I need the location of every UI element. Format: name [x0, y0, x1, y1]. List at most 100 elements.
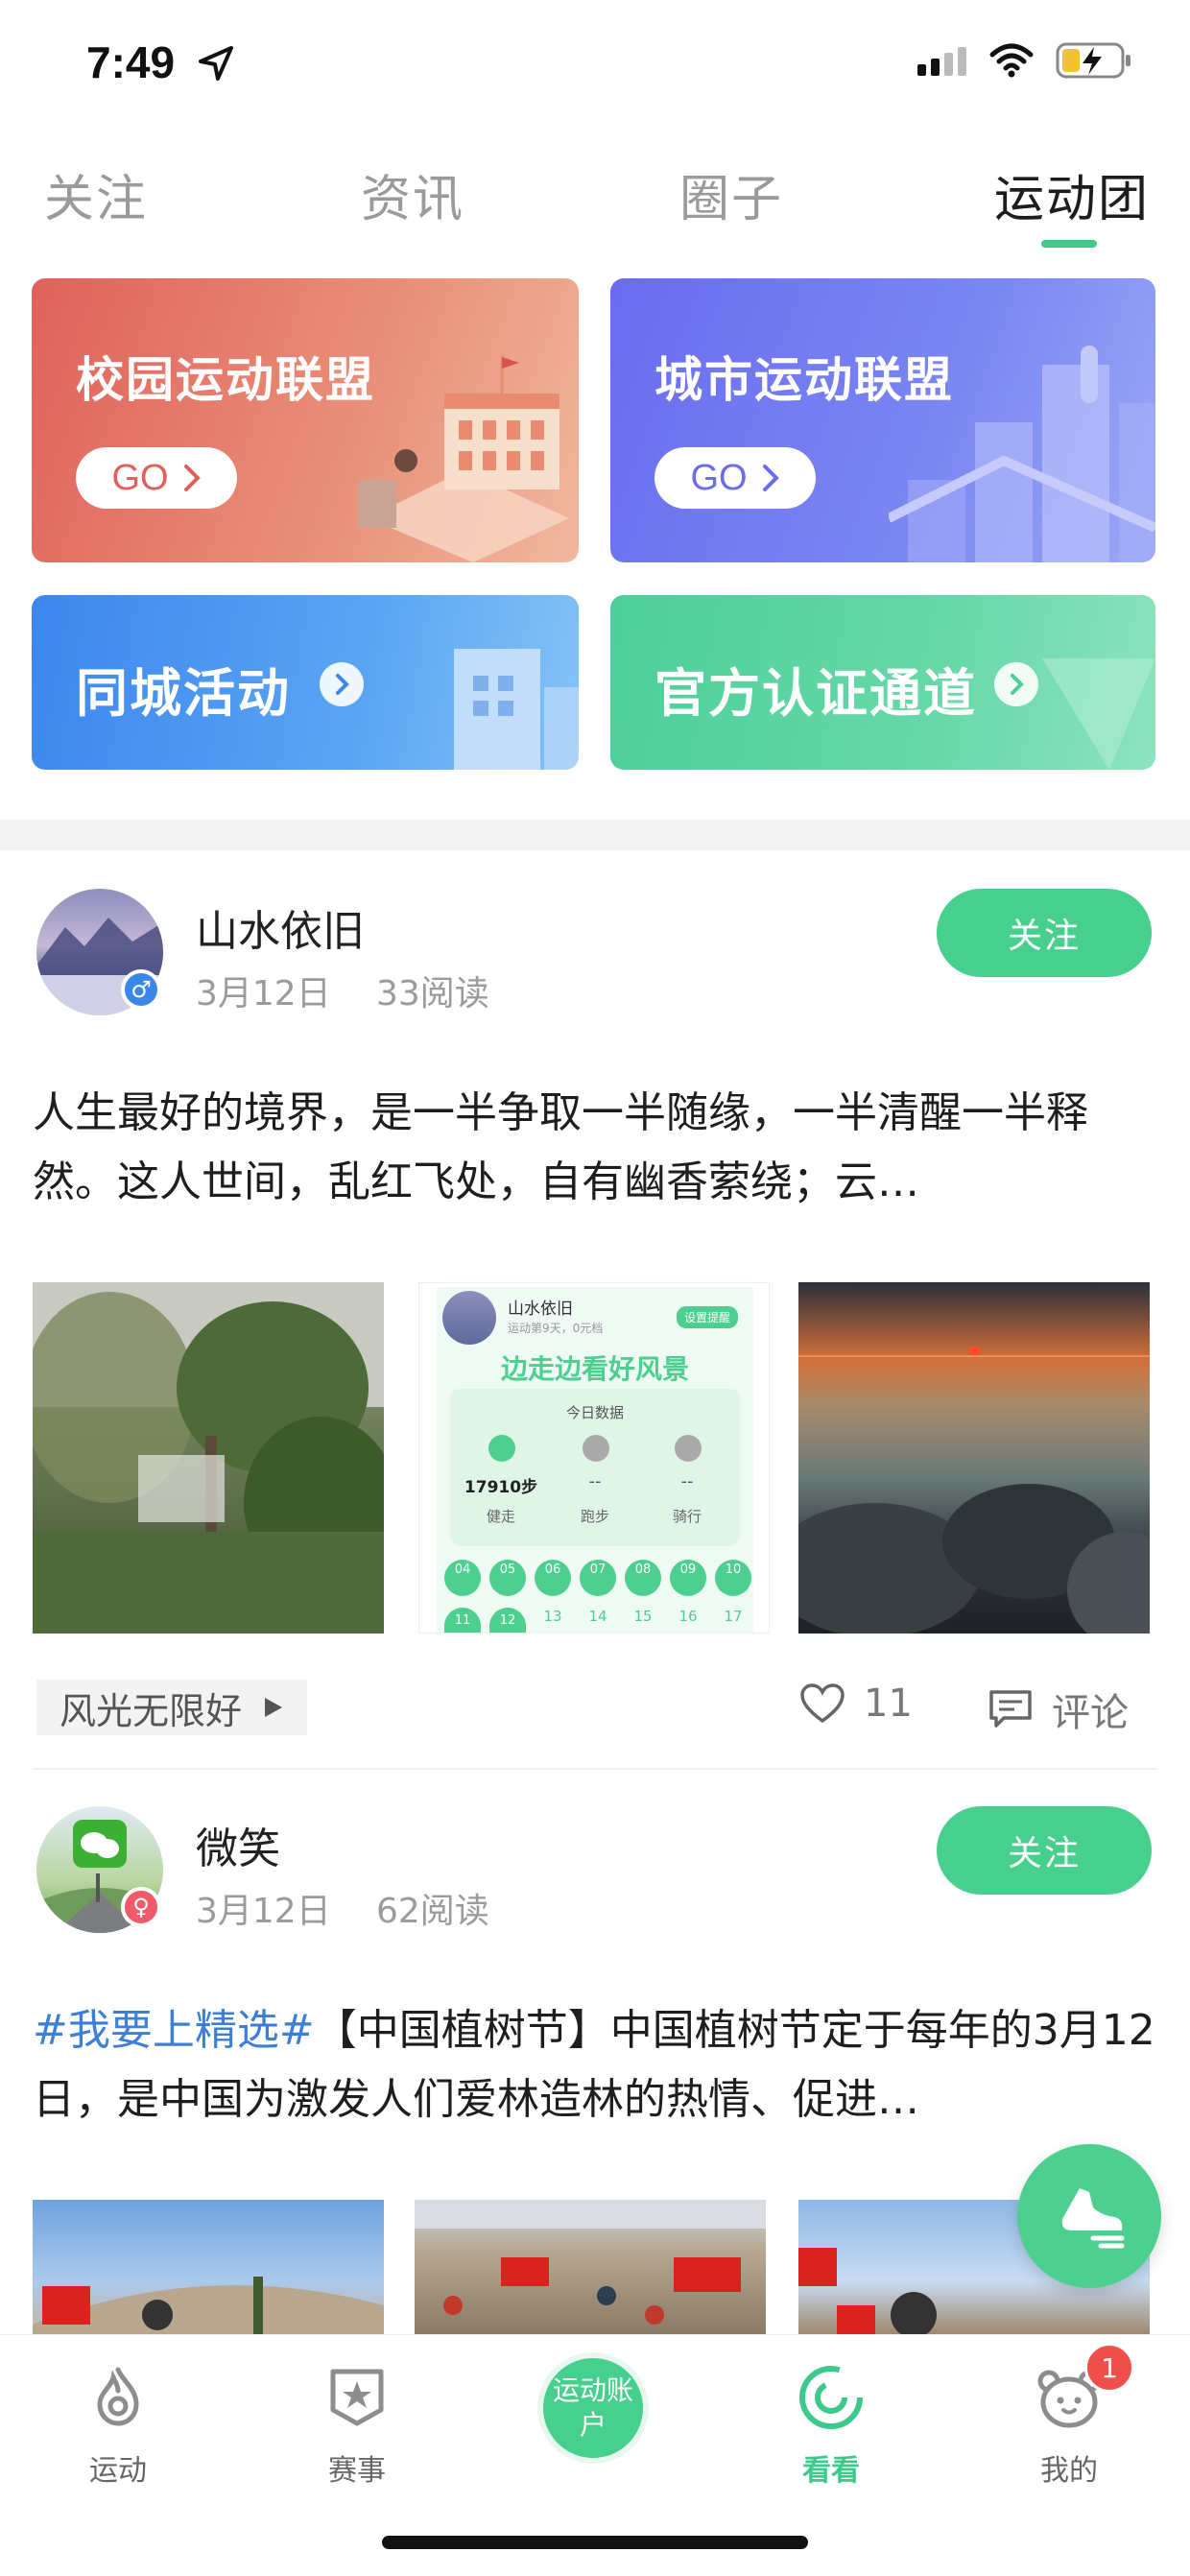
post-text[interactable]: 人生最好的境界，是一半争取一半随缘，一半清醒一半释然。这人世间，乱红飞处，自有幽… [33, 1079, 1155, 1217]
mini-steps: 17910步 [464, 1478, 538, 1497]
male-gender-icon: ♂ [121, 969, 161, 1010]
mini-ride-value: -- [680, 1471, 694, 1491]
wifi-icon [989, 43, 1034, 78]
follow-button[interactable]: 关注 [937, 889, 1152, 977]
local-activity-title: 同城活动 [76, 663, 291, 724]
calendar-day: 13 [543, 1608, 562, 1625]
calendar-day: 06 [535, 1560, 571, 1596]
calendar-day: 14 [588, 1608, 607, 1625]
post-image-sunset-sea[interactable] [798, 1282, 1150, 1634]
arrow-right-circle-icon [320, 662, 364, 706]
mini-walk-label: 健走 [486, 1508, 515, 1525]
post-text[interactable]: #我要上精选#【中国植树节】中国植树节定于每年的3月12日，是中国为激发人们爱林… [33, 1996, 1155, 2135]
start-run-fab[interactable] [1017, 2144, 1161, 2288]
topic-tag-label: 风光无限好 [60, 1689, 243, 1732]
campus-alliance-card[interactable]: 校园运动联盟 GO [32, 278, 579, 562]
active-tab-indicator [1041, 240, 1097, 248]
comment-icon [989, 1690, 1032, 1728]
campus-alliance-title: 校园运动联盟 [76, 352, 375, 408]
section-divider [0, 820, 1190, 850]
city-alliance-card[interactable]: 城市运动联盟 GO [610, 278, 1155, 562]
running-shoe-icon [1061, 2188, 1125, 2249]
city-go-button[interactable]: GO [654, 447, 816, 509]
nav-events[interactable]: 赛事 [290, 2364, 424, 2489]
spiral-icon [799, 2366, 863, 2429]
official-channel-card[interactable]: 官方认证通道 [610, 595, 1155, 770]
nav-sport-label: 运动 [89, 2454, 147, 2488]
local-activity-card[interactable]: 同城活动 [32, 595, 579, 770]
mini-slogan: 边走边看好风景 [500, 1353, 689, 1385]
mini-ride-label: 骑行 [672, 1508, 702, 1525]
topic-tag[interactable]: 风光无限好 [36, 1680, 308, 1735]
mini-calendar-row: 04 05 06 07 08 09 10 [444, 1560, 751, 1596]
city-go-label: GO [690, 457, 748, 498]
tab-news[interactable]: 资讯 [361, 158, 464, 230]
mini-today-label: 今日数据 [565, 1404, 624, 1421]
flame-icon [97, 2367, 139, 2426]
hashtag-link[interactable]: #我要上精选# [33, 2006, 315, 2055]
calendar-day: 05 [489, 1560, 526, 1596]
triangle-decoration-icon [1042, 658, 1155, 770]
calendar-day: 07 [580, 1560, 616, 1596]
post-image-flags[interactable] [33, 2200, 384, 2334]
post-username[interactable]: 微笑 [196, 1814, 280, 1875]
nav-look[interactable]: 看看 [764, 2364, 898, 2489]
post-image-trees[interactable] [33, 1282, 384, 1634]
follow-button[interactable]: 关注 [937, 1806, 1152, 1895]
nav-sport-account[interactable]: 运动账户 [537, 2352, 649, 2464]
comment-label: 评论 [1052, 1691, 1129, 1735]
arrow-right-circle-icon [994, 662, 1038, 706]
location-arrow-icon [199, 46, 233, 81]
calendar-day: 08 [625, 1560, 661, 1596]
calendar-day: 10 [715, 1560, 751, 1596]
post-date: 3月12日 [196, 1892, 331, 1931]
mini-run-label: 跑步 [580, 1508, 609, 1525]
play-triangle-icon [265, 1698, 283, 1717]
city-alliance-title: 城市运动联盟 [654, 352, 954, 408]
building-illustration [454, 649, 579, 770]
notification-badge: 1 [1084, 2343, 1134, 2393]
calendar-day: 16 [678, 1608, 698, 1625]
post-date: 3月12日 [196, 974, 331, 1014]
run-icon [583, 1435, 609, 1462]
post-image-crowd[interactable] [415, 2200, 766, 2334]
status-icons [917, 42, 1132, 79]
mini-calendar-row-2: 11 12 13 14 15 16 17 [444, 1608, 751, 1633]
chevron-right-icon [183, 465, 201, 491]
post-separator [33, 1768, 1157, 1770]
mini-run-value: -- [588, 1471, 602, 1491]
top-tabs: 关注 资讯 圈子 运动团 [0, 144, 1190, 250]
campus-go-label: GO [111, 457, 169, 498]
like-button[interactable]: 11 [800, 1682, 913, 1726]
nav-events-label: 赛事 [328, 2454, 386, 2488]
nav-mine-label: 我的 [1040, 2454, 1098, 2488]
nav-look-label: 看看 [802, 2454, 860, 2488]
status-bar: 7:49 [0, 0, 1190, 125]
cellular-signal-icon [917, 47, 966, 76]
heart-icon [800, 1683, 845, 1724]
post-username[interactable]: 山水依旧 [196, 896, 365, 958]
post-read-count: 33阅读 [376, 974, 489, 1014]
tab-follow[interactable]: 关注 [44, 158, 148, 230]
like-count: 11 [864, 1682, 913, 1726]
ride-icon [675, 1435, 702, 1462]
mini-subtitle: 运动第9天，0元档 [508, 1322, 604, 1335]
home-indicator[interactable] [382, 2536, 808, 2549]
status-time: 7:49 [86, 37, 176, 87]
walk-icon [488, 1435, 515, 1462]
post-read-count: 62阅读 [376, 1892, 489, 1931]
calendar-day: 11 [444, 1608, 481, 1633]
comment-button[interactable]: 评论 [988, 1682, 1129, 1737]
campus-go-button[interactable]: GO [76, 447, 237, 509]
female-gender-icon: ♀ [121, 1887, 161, 1927]
nav-sport[interactable]: 运动 [51, 2364, 185, 2489]
battery-charging-icon [1056, 42, 1130, 79]
official-channel-title: 官方认证通道 [654, 663, 977, 724]
calendar-day: 12 [489, 1608, 526, 1633]
mini-remind-button: 设置提醒 [677, 1306, 739, 1328]
tab-sports-group[interactable]: 运动团 [994, 158, 1150, 230]
chevron-right-icon [762, 465, 779, 491]
post-image-app-screenshot[interactable]: 山水依旧 运动第9天，0元档 设置提醒 边走边看好风景 今日数据 17910步 … [418, 1282, 770, 1634]
mini-username: 山水依旧 [508, 1300, 573, 1319]
tab-circle[interactable]: 圈子 [679, 158, 783, 230]
